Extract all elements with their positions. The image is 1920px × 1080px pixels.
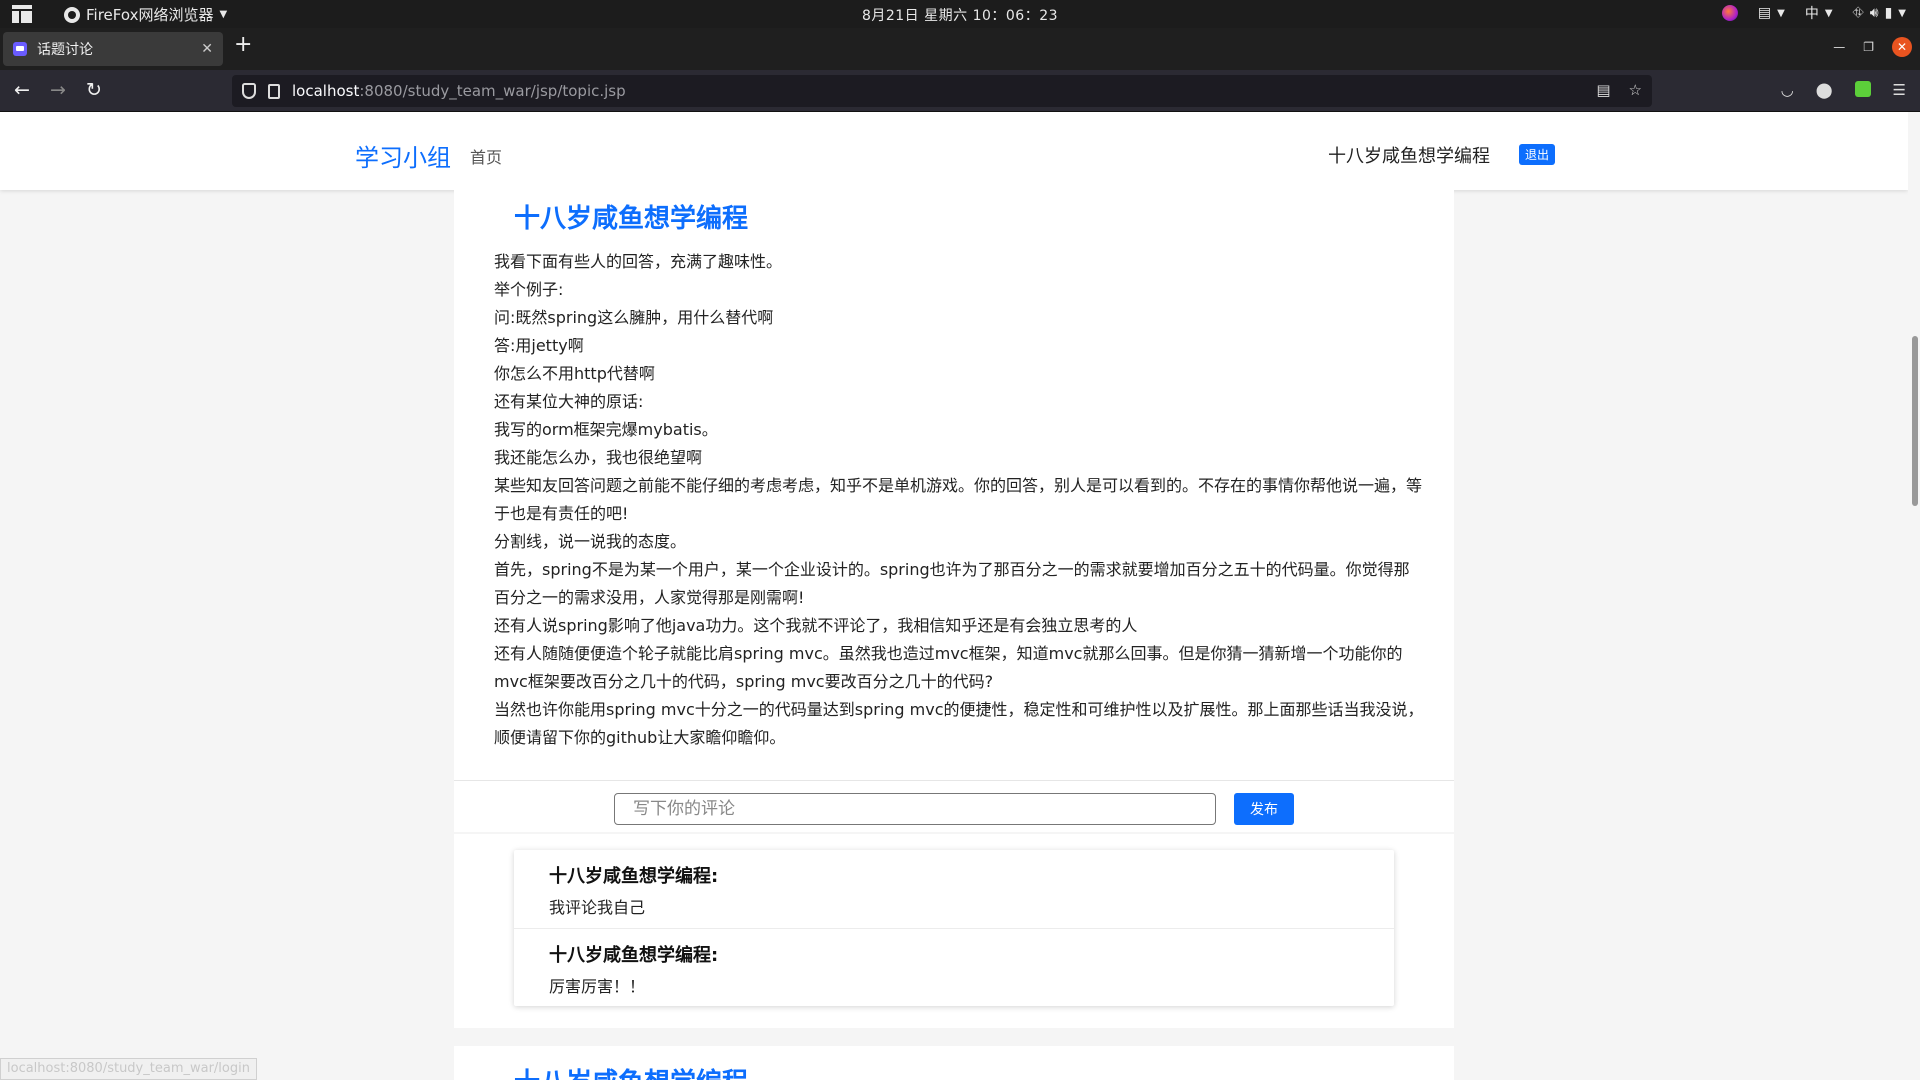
topic-line: 我看下面有些人的回答，充满了趣味性。 (494, 252, 783, 271)
color-orb-icon[interactable] (1721, 5, 1738, 21)
brand-link[interactable]: 学习小组 (355, 138, 451, 173)
topic-line: 还有某位大神的原话: (494, 392, 644, 411)
close-icon[interactable]: ✕ (201, 41, 213, 57)
system-clock[interactable]: 8月21日 星期六 10：06：23 (0, 5, 1920, 25)
topic-line: 当然也许你能用spring mvc十分之一的代码量达到spring mvc的便捷… (494, 700, 1424, 747)
next-topic-title[interactable]: 十八岁咸鱼想学编程 (514, 1062, 748, 1080)
volume-icon: 🔊︎ (1869, 5, 1879, 21)
extension-green-icon[interactable] (1854, 81, 1871, 97)
topic-line: 我写的orm框架完爆mybatis。 (494, 420, 718, 439)
url-actions: ▤ ☆ (1596, 81, 1642, 99)
forward-arrow-icon[interactable]: → (50, 79, 66, 101)
topic-line: 首先，spring不是为某一个用户，某一个企业设计的。spring也许为了那百分… (494, 560, 1410, 607)
topic-line: 举个例子: (494, 280, 564, 299)
topic-line: 分割线，说一说我的态度。 (494, 532, 687, 551)
comment-form: 发布 (454, 780, 1454, 832)
chevron-down-icon: ▼ (1824, 7, 1833, 19)
network-icon: ⛗ (1852, 5, 1864, 21)
comments-section: 十八岁咸鱼想学编程: 我评论我自己 十八岁咸鱼想学编程: 厉害厉害！！ (454, 834, 1454, 1028)
restore-icon[interactable]: ❐ (1863, 40, 1874, 54)
tab-favicon-icon (13, 42, 27, 56)
browser-nav-bar: ← → ↻ localhost :8080/study_team_war/jsp… (0, 70, 1920, 112)
url-path: :8080/study_team_war/jsp/topic.jsp (359, 82, 626, 100)
current-user-name[interactable]: 十八岁咸鱼想学编程 (1328, 142, 1490, 168)
back-arrow-icon[interactable]: ← (14, 79, 30, 101)
extension-icon[interactable]: ⬤ (1816, 81, 1833, 99)
pocket-icon[interactable]: ◡ (1781, 81, 1794, 99)
bookmark-star-icon[interactable]: ☆ (1629, 81, 1642, 99)
toolbar-extensions: ◡ ⬤ ☰ (1781, 81, 1906, 99)
window-controls: — ❐ ✕ (1833, 37, 1912, 57)
comment-item: 十八岁咸鱼想学编程: 我评论我自己 (514, 850, 1394, 928)
url-bar[interactable]: localhost :8080/study_team_war/jsp/topic… (232, 75, 1652, 107)
chevron-down-icon: ▼ (1898, 7, 1906, 19)
topic-line: 我还能怎么办，我也很绝望啊 (494, 448, 703, 467)
comment-author: 十八岁咸鱼想学编程: (549, 945, 719, 966)
comment-text: 厉害厉害！！ (549, 977, 646, 996)
url-host: localhost (292, 82, 360, 100)
web-page: 学习小组 首页 十八岁咸鱼想学编程 退出 十八岁咸鱼想学编程 我看下面有些人的回… (0, 112, 1908, 1080)
page-scrollbar[interactable] (1912, 336, 1918, 506)
topic-line: 还有人随随便便造个轮子就能比肩spring mvc。虽然我也造过mvc框架，知道… (494, 644, 1403, 691)
window-close-icon[interactable]: ✕ (1892, 37, 1912, 57)
reload-icon[interactable]: ↻ (86, 79, 102, 101)
os-top-bar: FireFox网络浏览器 ▼ 8月21日 星期六 10：06：23 ▤ ▼ 中 … (0, 0, 1920, 28)
home-link[interactable]: 首页 (470, 144, 502, 168)
battery-icon: ▮ (1884, 5, 1893, 21)
input-method-menu[interactable]: 中 ▼ (1805, 3, 1833, 23)
comment-input[interactable] (614, 793, 1216, 825)
input-method-label: 中 (1804, 6, 1819, 22)
topic-line: 还有人说spring影响了他java功力。这个我就不评论了，我相信知乎还是有会独… (494, 616, 1138, 635)
reader-view-icon[interactable]: ▤ (1596, 81, 1610, 99)
page-info-icon[interactable] (268, 83, 280, 99)
topic-line: 某些知友回答问题之前能不能仔细的考虑考虑，知乎不是单机游戏。你的回答，别人是可以… (494, 476, 1423, 523)
topic-body: 我看下面有些人的回答，充满了趣味性。 举个例子: 问:既然spring这么臃肿，… (494, 248, 1424, 752)
comment-author: 十八岁咸鱼想学编程: (549, 866, 719, 887)
status-link-preview: localhost:8080/study_team_war/login (0, 1058, 257, 1080)
new-tab-button[interactable]: + (234, 34, 252, 56)
next-topic-card: 十八岁咸鱼想学编程 (454, 1046, 1454, 1080)
status-menu[interactable]: ⛗ 🔊︎ ▮ ▼ (1853, 5, 1906, 21)
chevron-down-icon: ▼ (1777, 7, 1785, 19)
system-tray: ▤ ▼ 中 ▼ ⛗ 🔊︎ ▮ ▼ (1721, 3, 1906, 23)
comment-item: 十八岁咸鱼想学编程: 厉害厉害！！ (514, 928, 1394, 1006)
topic-line: 答:用jetty啊 (494, 336, 584, 355)
hamburger-menu-icon[interactable]: ☰ (1893, 81, 1906, 99)
topic-line: 你怎么不用http代替啊 (494, 364, 655, 383)
topic-line: 问:既然spring这么臃肿，用什么替代啊 (494, 308, 774, 327)
minimize-icon[interactable]: — (1833, 40, 1845, 54)
tab-title: 话题讨论 (37, 42, 93, 58)
publish-button[interactable]: 发布 (1234, 793, 1294, 825)
topic-title[interactable]: 十八岁咸鱼想学编程 (514, 198, 748, 235)
topic-card: 十八岁咸鱼想学编程 我看下面有些人的回答，充满了趣味性。 举个例子: 问:既然s… (454, 190, 1454, 782)
logout-button[interactable]: 退出 (1519, 144, 1556, 165)
browser-tab[interactable]: 话题讨论 ✕ (3, 32, 223, 66)
site-navbar: 学习小组 首页 十八岁咸鱼想学编程 退出 (0, 112, 1908, 190)
comment-text: 我评论我自己 (549, 898, 646, 917)
comments-list: 十八岁咸鱼想学编程: 我评论我自己 十八岁咸鱼想学编程: 厉害厉害！！ (514, 850, 1394, 1006)
shield-icon[interactable] (242, 83, 256, 99)
clipboard-menu[interactable]: ▤ ▼ (1758, 5, 1785, 21)
clipboard-icon: ▤ (1757, 5, 1772, 21)
tab-strip: 话题讨论 ✕ (0, 28, 1920, 70)
